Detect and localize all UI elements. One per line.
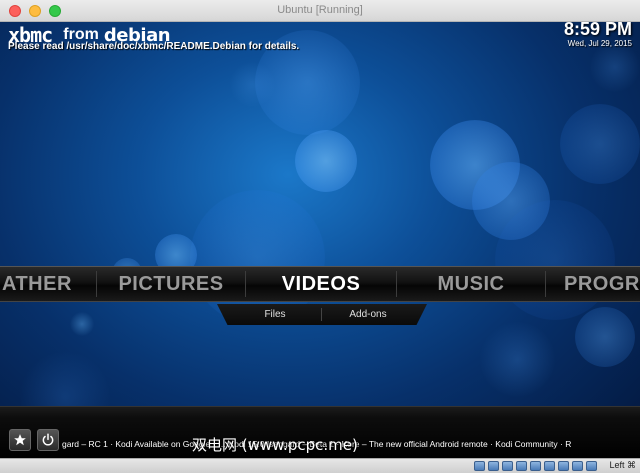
cpu-icon[interactable] (586, 461, 597, 471)
background-bokeh (560, 104, 640, 184)
usb-icon[interactable] (502, 461, 513, 471)
clock-time: 8:59 PM (563, 22, 632, 39)
background-bokeh (590, 42, 640, 92)
background-bokeh (295, 130, 357, 192)
background-bokeh (495, 200, 615, 320)
menu-item-videos[interactable]: VIDEOS (246, 267, 396, 301)
menu-item-weather[interactable]: ATHER (0, 267, 96, 301)
recording-icon[interactable] (572, 461, 583, 471)
background-bokeh (70, 312, 94, 336)
favourites-button[interactable] (9, 429, 31, 451)
capture-icon[interactable] (544, 461, 555, 471)
window-title: Ubuntu [Running] (277, 4, 363, 16)
hdd-icon[interactable] (474, 461, 485, 471)
background-bokeh (430, 120, 520, 210)
background-bokeh (480, 322, 555, 397)
readme-notice: Please read /usr/share/doc/xbmc/README.D… (8, 41, 300, 52)
background-bokeh (230, 62, 275, 107)
menu-item-programs[interactable]: PROGR (546, 267, 640, 301)
optical-icon[interactable] (488, 461, 499, 471)
submenu-item-addons[interactable]: Add-ons (322, 304, 414, 325)
shared-folder-icon[interactable] (516, 461, 527, 471)
background-bokeh (575, 307, 635, 367)
virtualbox-status-bar: Left ⌘ (0, 458, 640, 473)
window-titlebar: Ubuntu [Running] (0, 0, 640, 22)
network-icon[interactable] (558, 461, 569, 471)
videos-submenu: Files Add-ons (217, 304, 427, 325)
power-icon (42, 433, 54, 446)
clock-date: Wed, Jul 29, 2015 (567, 39, 632, 48)
xbmc-home-screen: xbmc from debian Please read /usr/share/… (0, 22, 640, 458)
host-key-label: Left ⌘ (609, 460, 636, 470)
display-icon[interactable] (530, 461, 541, 471)
power-button[interactable] (37, 429, 59, 451)
background-bokeh (472, 162, 550, 240)
star-icon (14, 434, 26, 446)
submenu-item-files[interactable]: Files (229, 304, 321, 325)
menu-item-pictures[interactable]: PICTURES (97, 267, 245, 301)
watermark-text: 双电网 (www.pcpc.me) (192, 436, 358, 454)
menu-item-music[interactable]: MUSIC (397, 267, 545, 301)
main-menu-bar: ATHER PICTURES VIDEOS MUSIC PROGR (0, 266, 640, 302)
